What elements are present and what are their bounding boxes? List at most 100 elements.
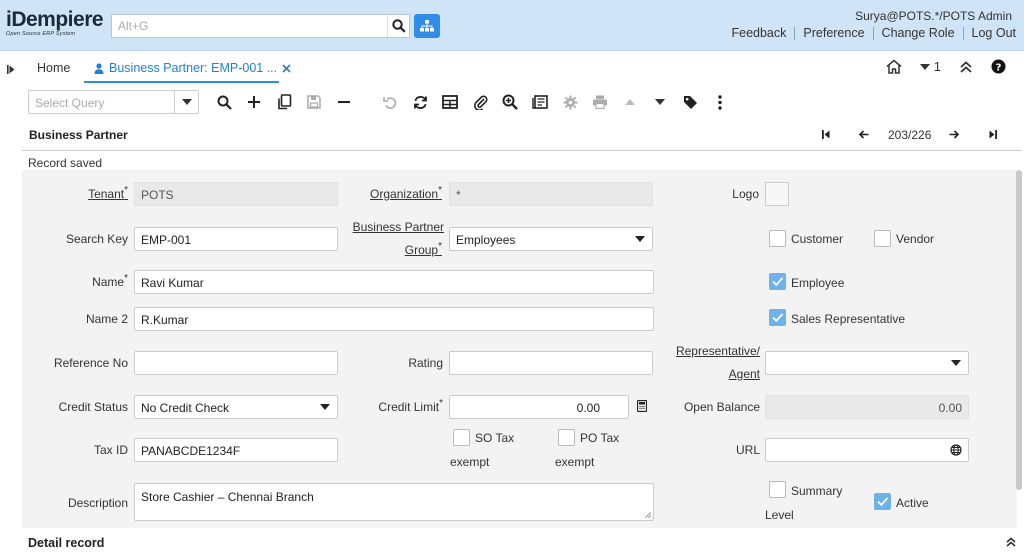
delete-record-button[interactable] bbox=[334, 92, 354, 112]
find-button[interactable] bbox=[214, 92, 234, 112]
next-record-arrow-button[interactable] bbox=[650, 92, 670, 112]
paperclip-icon bbox=[473, 95, 487, 110]
tenant-label[interactable]: Tenant* bbox=[62, 186, 128, 202]
sitemap-icon bbox=[420, 20, 434, 32]
search-key-field[interactable]: EMP-001 bbox=[134, 227, 338, 251]
last-record-icon bbox=[989, 130, 997, 139]
active-label: Active bbox=[896, 496, 929, 510]
open-balance-field[interactable]: 0.00 bbox=[765, 395, 969, 419]
rating-field[interactable] bbox=[449, 351, 653, 375]
bp-group-label-line2[interactable]: Group* bbox=[322, 242, 442, 258]
gear-icon bbox=[563, 95, 577, 109]
active-checkbox[interactable] bbox=[874, 493, 891, 510]
collapse-west-icon[interactable] bbox=[7, 63, 15, 77]
print-button[interactable] bbox=[590, 92, 610, 112]
sales-rep-checkbox[interactable] bbox=[769, 309, 786, 326]
search-icon bbox=[217, 95, 232, 110]
organization-label[interactable]: Organization* bbox=[352, 186, 442, 202]
calculator-icon[interactable] bbox=[636, 399, 648, 415]
copy-record-button[interactable] bbox=[274, 92, 294, 112]
help-icon[interactable]: ? bbox=[991, 59, 1006, 74]
double-chevron-up-icon[interactable] bbox=[1006, 536, 1016, 550]
caret-down-icon[interactable] bbox=[944, 352, 968, 374]
zoom-across-button[interactable] bbox=[500, 92, 520, 112]
minus-icon bbox=[338, 101, 350, 103]
previous-record-arrow-button[interactable] bbox=[620, 92, 640, 112]
quick-info-button[interactable] bbox=[680, 92, 700, 112]
credit-status-label: Credit Status bbox=[58, 400, 128, 414]
active-tab-indicator bbox=[84, 81, 279, 83]
resize-handle-icon[interactable] bbox=[645, 512, 651, 518]
report-button[interactable] bbox=[530, 92, 550, 112]
rep-agent-select[interactable] bbox=[765, 351, 969, 375]
next-record-button[interactable] bbox=[949, 128, 960, 142]
bp-group-select[interactable]: Employees bbox=[449, 227, 653, 251]
organization-field[interactable]: * bbox=[449, 182, 653, 206]
credit-limit-field[interactable]: 0.00 bbox=[449, 395, 629, 419]
globe-icon[interactable] bbox=[944, 439, 968, 461]
header-links: Feedback Preference Change Role Log Out bbox=[723, 27, 1016, 40]
rep-agent-label-line2[interactable]: Agent bbox=[652, 367, 760, 381]
plus-icon bbox=[248, 96, 260, 108]
more-actions-button[interactable] bbox=[710, 92, 730, 112]
org-chart-button[interactable] bbox=[414, 14, 440, 38]
po-tax-exempt-checkbox[interactable] bbox=[558, 429, 575, 446]
logout-link[interactable]: Log Out bbox=[964, 27, 1016, 40]
attachment-button[interactable] bbox=[470, 92, 490, 112]
arrow-left-icon bbox=[858, 130, 869, 139]
search-key-label: Search Key bbox=[65, 232, 128, 246]
credit-status-select[interactable]: No Credit Check bbox=[134, 395, 338, 419]
search-icon[interactable] bbox=[387, 15, 409, 37]
open-balance-label: Open Balance bbox=[683, 400, 760, 414]
undo-button[interactable] bbox=[380, 92, 400, 112]
employee-label: Employee bbox=[791, 276, 845, 290]
double-chevron-up-icon[interactable] bbox=[959, 60, 973, 73]
change-role-link[interactable]: Change Role bbox=[874, 27, 964, 40]
close-icon[interactable] bbox=[282, 63, 291, 73]
rep-agent-label[interactable]: Representative/ bbox=[652, 344, 760, 358]
employee-checkbox[interactable] bbox=[769, 273, 786, 290]
tab-business-partner[interactable]: Business Partner: EMP-001 ... bbox=[94, 61, 291, 75]
new-record-button[interactable] bbox=[244, 92, 264, 112]
vertical-scrollbar[interactable] bbox=[1016, 170, 1022, 490]
idempiere-logo[interactable]: iDempiere Open Source ERP System bbox=[6, 9, 106, 38]
user-role-label[interactable]: Surya@POTS.*/POTS Admin bbox=[855, 9, 1012, 23]
summary-level-checkbox[interactable] bbox=[769, 481, 786, 498]
name2-field[interactable]: R.Kumar bbox=[134, 307, 654, 331]
tax-id-field[interactable]: PANABCDE1234F bbox=[134, 438, 338, 462]
caret-down-icon[interactable] bbox=[174, 91, 198, 113]
tab-list-dropdown[interactable]: 1 bbox=[919, 59, 941, 74]
logo-image-field[interactable] bbox=[765, 182, 789, 206]
copy-icon bbox=[277, 94, 291, 110]
bp-group-label[interactable]: Business Partner bbox=[322, 220, 444, 234]
home-icon[interactable] bbox=[886, 59, 902, 74]
caret-down-icon[interactable] bbox=[628, 228, 652, 250]
table-icon bbox=[442, 95, 458, 109]
reference-no-field[interactable] bbox=[134, 351, 338, 375]
vendor-checkbox[interactable] bbox=[874, 230, 891, 247]
save-button[interactable] bbox=[304, 92, 324, 112]
select-query-combobox[interactable]: Select Query bbox=[28, 90, 199, 114]
customer-checkbox[interactable] bbox=[769, 230, 786, 247]
refresh-button[interactable] bbox=[410, 92, 430, 112]
tenant-field[interactable]: POTS bbox=[134, 182, 338, 206]
so-tax-exempt-checkbox[interactable] bbox=[453, 429, 470, 446]
tab-home[interactable]: Home bbox=[37, 61, 70, 75]
description-textarea[interactable]: Store Cashier – Chennai Branch bbox=[134, 483, 654, 521]
window-toolbar: Select Query bbox=[0, 84, 1024, 122]
caret-down-icon[interactable] bbox=[313, 396, 337, 418]
preference-link[interactable]: Preference bbox=[795, 27, 874, 40]
url-field[interactable] bbox=[765, 438, 969, 462]
tag-icon bbox=[683, 95, 697, 109]
last-record-button[interactable] bbox=[989, 128, 997, 142]
previous-record-button[interactable] bbox=[858, 128, 869, 142]
name-field[interactable]: Ravi Kumar bbox=[134, 270, 654, 294]
process-button[interactable] bbox=[560, 92, 580, 112]
po-tax-exempt-label: PO Tax bbox=[580, 431, 620, 445]
feedback-link[interactable]: Feedback bbox=[723, 27, 796, 40]
global-search-input[interactable] bbox=[112, 15, 382, 37]
first-record-button[interactable] bbox=[822, 128, 830, 142]
more-vertical-icon bbox=[718, 94, 722, 110]
check-icon bbox=[772, 277, 784, 287]
grid-toggle-button[interactable] bbox=[440, 92, 460, 112]
